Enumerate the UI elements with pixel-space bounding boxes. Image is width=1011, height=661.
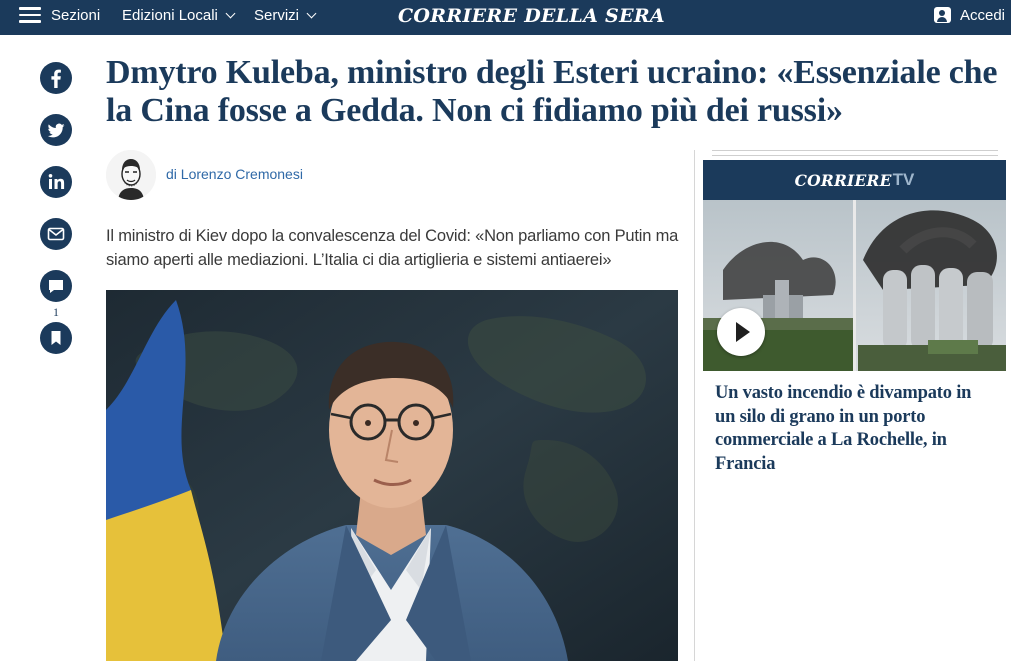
author-avatar[interactable] (106, 150, 156, 200)
sidebar-rule (712, 155, 998, 156)
sidebar-rule (712, 150, 998, 151)
mail-icon (47, 227, 65, 241)
play-icon (736, 322, 750, 342)
facebook-icon (51, 69, 61, 88)
video-title-link[interactable]: Un vasto incendio è divampato in un silo… (715, 382, 995, 476)
twitter-share-button[interactable] (40, 114, 72, 146)
user-icon (933, 7, 951, 23)
bookmark-button[interactable] (40, 322, 72, 354)
hamburger-icon (19, 7, 41, 23)
article-summary: Il ministro di Kiev dopo la convalescenz… (106, 227, 679, 269)
tv-brand-label: CORRIERE (794, 170, 892, 190)
linkedin-share-button[interactable] (40, 166, 72, 198)
bookmark-icon (51, 331, 61, 345)
services-label: Servizi (254, 6, 300, 24)
facebook-share-button[interactable] (40, 62, 72, 94)
email-share-button[interactable] (40, 218, 72, 250)
twitter-icon (47, 123, 65, 138)
site-logo[interactable]: CORRIERE DELLA SERA (398, 3, 665, 29)
play-video-button[interactable] (717, 308, 765, 356)
article-main-photo[interactable] (106, 290, 678, 661)
comment-count: 1 (53, 305, 59, 319)
article-headline: Dmytro Kuleba, ministro degli Esteri ucr… (106, 54, 998, 129)
login-button[interactable]: Accedi (933, 0, 1005, 30)
sections-label: Sezioni (51, 6, 101, 24)
local-editions-dropdown[interactable]: Edizioni Locali (122, 0, 236, 30)
comment-icon (49, 280, 63, 293)
top-navigation-bar: Sezioni Edizioni Locali Servizi CORRIERE… (0, 0, 1011, 35)
author-link[interactable]: di Lorenzo Cremonesi (166, 166, 303, 182)
column-divider (694, 150, 695, 661)
author-portrait-icon (106, 150, 156, 200)
login-label: Accedi (959, 6, 1005, 24)
linkedin-icon (48, 174, 65, 189)
comments-button[interactable] (40, 270, 72, 302)
chevron-down-icon (306, 8, 317, 18)
services-dropdown[interactable]: Servizi (254, 0, 317, 30)
portrait-photo (106, 290, 678, 661)
corriere-tv-header[interactable]: CORRIERE TV (703, 160, 1006, 200)
tv-tag-label: TV (892, 170, 915, 189)
local-editions-label: Edizioni Locali (122, 6, 218, 24)
sections-menu-button[interactable]: Sezioni (19, 0, 100, 30)
chevron-down-icon (225, 8, 236, 18)
